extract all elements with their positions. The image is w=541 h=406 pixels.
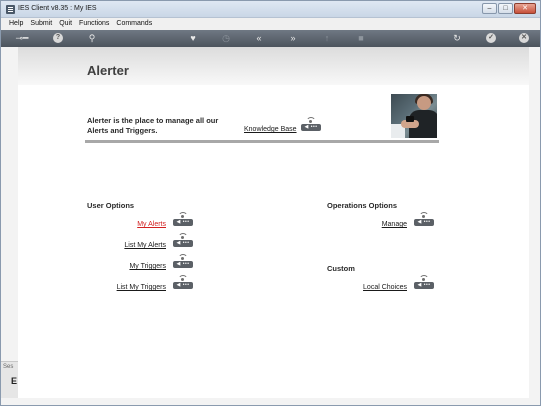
menu-commands[interactable]: Commands — [116, 18, 152, 30]
button-pill: ◀ ••• — [414, 219, 434, 226]
key-icon[interactable]: ⊸━ — [11, 33, 33, 44]
my-alerts-link[interactable]: My Alerts — [137, 221, 166, 228]
list-my-triggers-link[interactable]: List My Triggers — [117, 284, 166, 291]
app-window: IES Client v8.35 : My IES – □ ✕ Help Sub… — [0, 0, 541, 406]
knowledge-base-link[interactable]: Knowledge Base — [244, 126, 297, 133]
search-icon[interactable]: ⚲ — [86, 33, 98, 44]
session-label: Ses — [3, 364, 14, 370]
title-bar[interactable]: IES Client v8.35 : My IES – □ ✕ — [1, 1, 540, 18]
window-controls: – □ ✕ — [482, 3, 536, 14]
page-title: Alerter — [87, 63, 129, 78]
signal-icon — [178, 212, 188, 218]
menu-bar: Help Submit Quit Functions Commands — [1, 18, 540, 30]
stop-icon[interactable]: ■ — [355, 33, 367, 44]
button-pill: ◀ ••• — [414, 282, 434, 289]
button-pill: ◀ ••• — [173, 261, 193, 268]
button-pill: ◀ ••• — [173, 282, 193, 289]
knowledge-base-button[interactable]: ◀ ••• — [301, 117, 321, 131]
local-choices-button[interactable]: ◀ ••• — [414, 275, 434, 289]
help-icon[interactable]: ? — [53, 33, 63, 43]
app-menu-icon[interactable] — [6, 5, 15, 14]
operations-options-title: Operations Options — [327, 201, 398, 210]
confirm-icon[interactable]: ✓ — [486, 33, 496, 43]
session-letter: E — [11, 376, 18, 386]
close-icon[interactable]: ✕ — [519, 33, 529, 43]
window-title: IES Client v8.35 : My IES — [18, 5, 97, 12]
upload-icon[interactable]: ↑ — [321, 33, 333, 44]
custom-title: Custom — [327, 264, 355, 273]
manage-button[interactable]: ◀ ••• — [414, 212, 434, 226]
toolbar: ⊸━ ? ⚲ ♥ ◷ « » ↑ ■ ↻ ✓ ✕ — [1, 30, 540, 47]
my-triggers-button[interactable]: ◀ ••• — [173, 254, 193, 268]
minimize-button[interactable]: – — [482, 3, 497, 14]
signal-icon — [178, 275, 188, 281]
signal-icon — [419, 212, 429, 218]
my-triggers-link[interactable]: My Triggers — [129, 263, 166, 270]
signal-icon — [306, 117, 316, 123]
button-pill: ◀ ••• — [173, 219, 193, 226]
my-alerts-button[interactable]: ◀ ••• — [173, 212, 193, 226]
forward-double-icon[interactable]: » — [287, 33, 299, 44]
list-my-alerts-button[interactable]: ◀ ••• — [173, 233, 193, 247]
list-my-triggers-button[interactable]: ◀ ••• — [173, 275, 193, 289]
alerter-photo — [391, 94, 437, 138]
list-my-alerts-link[interactable]: List My Alerts — [124, 242, 166, 249]
refresh-icon[interactable]: ↻ — [451, 33, 463, 44]
menu-submit[interactable]: Submit — [30, 18, 52, 30]
header-band: Alerter — [18, 47, 529, 85]
intro-text: Alerter is the place to manage all our A… — [87, 116, 219, 135]
menu-quit[interactable]: Quit — [59, 18, 72, 30]
session-side-panel[interactable]: Ses E — [1, 361, 18, 398]
signal-icon — [419, 275, 429, 281]
signal-icon — [178, 254, 188, 260]
back-double-icon[interactable]: « — [253, 33, 265, 44]
section-divider — [85, 140, 439, 143]
clock-icon[interactable]: ◷ — [220, 33, 232, 44]
menu-functions[interactable]: Functions — [79, 18, 109, 30]
manage-link[interactable]: Manage — [382, 221, 407, 228]
close-window-button[interactable]: ✕ — [514, 3, 536, 14]
user-options-title: User Options — [87, 201, 135, 210]
local-choices-link[interactable]: Local Choices — [363, 284, 407, 291]
menu-help[interactable]: Help — [9, 18, 23, 30]
main-content: Alerter Alerter is the place to manage a… — [18, 47, 529, 398]
heart-icon[interactable]: ♥ — [187, 33, 199, 44]
maximize-button[interactable]: □ — [498, 3, 513, 14]
signal-icon — [178, 233, 188, 239]
button-pill: ◀ ••• — [173, 240, 193, 247]
button-pill: ◀ ••• — [301, 124, 321, 131]
